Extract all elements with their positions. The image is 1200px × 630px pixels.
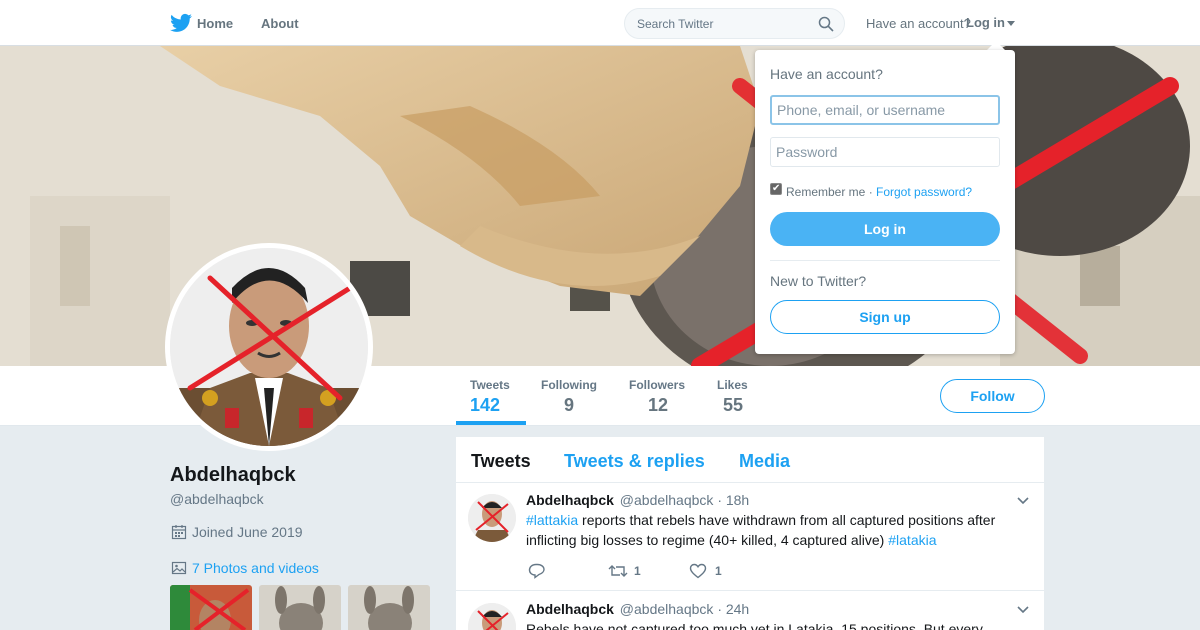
chevron-down-icon[interactable] <box>1017 497 1029 505</box>
profile-name[interactable]: Abdelhaqbck <box>170 464 296 487</box>
stat-value: 55 <box>723 395 744 415</box>
new-to-twitter-text: New to Twitter? <box>770 273 867 289</box>
top-nav-bar: Home About Search Twitter Have an accoun… <box>0 0 1200 46</box>
tab-tweets[interactable]: Tweets <box>471 451 531 472</box>
tweet-avatar-image <box>468 494 516 542</box>
dropdown-caret <box>987 41 1005 50</box>
photo-icon <box>171 561 187 575</box>
retweet-count: 1 <box>634 564 641 578</box>
dropdown-title: Have an account? <box>770 66 883 82</box>
stat-label: Tweets <box>470 378 510 392</box>
signup-button[interactable]: Sign up <box>770 300 1000 334</box>
follow-button[interactable]: Follow <box>940 379 1045 413</box>
timeline: Tweets Tweets & replies Media Abdelhaqbc… <box>456 437 1044 630</box>
nav-about-link[interactable]: About <box>261 16 299 31</box>
have-account-text: Have an account? <box>866 16 971 31</box>
tweet-timestamp[interactable]: · 24h <box>717 601 749 617</box>
heart-icon <box>689 563 707 579</box>
profile-handle[interactable]: @abdelhaqbck <box>170 491 264 507</box>
divider <box>770 260 1000 261</box>
tweet-avatar-image <box>468 603 516 630</box>
tweet-text: Rebels have not captured too much yet in… <box>526 621 983 630</box>
tweet-author-handle[interactable]: @abdelhaqbck <box>620 601 714 617</box>
nav-home-link[interactable]: Home <box>197 16 233 31</box>
chevron-down-icon[interactable] <box>1017 606 1029 614</box>
forgot-password-link[interactable]: Forgot password? <box>876 185 972 199</box>
search-icon[interactable] <box>818 16 834 32</box>
stat-label: Following <box>541 378 597 392</box>
tweet[interactable]: Abdelhaqbck @abdelhaqbck · 18h #lattakia… <box>456 483 1044 591</box>
remember-me-label: Remember me · <box>786 185 873 199</box>
tweet-author-name[interactable]: Abdelhaqbck <box>526 492 614 508</box>
stat-followers[interactable]: Followers 12 <box>629 378 685 416</box>
joined-date: Joined June 2019 <box>192 524 303 540</box>
tweet-text: #lattakia reports that rebels have withd… <box>526 510 1026 550</box>
avatar-portrait-image <box>170 248 368 446</box>
like-count: 1 <box>715 564 722 578</box>
tweet-author-name[interactable]: Abdelhaqbck <box>526 601 614 617</box>
photos-and-videos-link[interactable]: 7 Photos and videos <box>192 560 319 576</box>
tab-media[interactable]: Media <box>739 451 790 472</box>
stat-value: 9 <box>564 395 575 415</box>
stat-label: Followers <box>629 378 686 392</box>
caret-down-icon[interactable] <box>1007 21 1015 26</box>
tweet-author-handle[interactable]: @abdelhaqbck <box>620 492 714 508</box>
retweet-icon <box>608 565 628 577</box>
search-input[interactable]: Search Twitter <box>637 17 713 31</box>
login-dropdown: Have an account? ✔ Remember me · Forgot … <box>755 50 1015 354</box>
timeline-tabs: Tweets Tweets & replies Media <box>456 437 1044 483</box>
reply-icon <box>528 563 545 579</box>
media-thumbnail[interactable] <box>170 585 252 630</box>
media-thumbnail[interactable] <box>348 585 430 630</box>
media-thumbnail-image <box>170 585 252 630</box>
stat-likes[interactable]: Likes 55 <box>717 378 748 416</box>
tweet[interactable]: Abdelhaqbck @abdelhaqbck · 24h Rebels ha… <box>456 592 1044 630</box>
profile-avatar[interactable] <box>165 243 373 451</box>
stat-value: 142 <box>470 395 501 415</box>
search-box[interactable]: Search Twitter <box>624 8 845 39</box>
stat-tweets[interactable]: Tweets 142 <box>470 378 510 416</box>
calendar-icon <box>171 525 187 540</box>
media-thumbnail[interactable] <box>259 585 341 630</box>
checkmark-icon: ✔ <box>772 183 781 194</box>
password-field[interactable] <box>770 137 1000 167</box>
active-stat-underline <box>456 421 526 425</box>
stat-following[interactable]: Following 9 <box>541 378 597 416</box>
tweet-avatar[interactable] <box>468 494 516 542</box>
hashtag-link[interactable]: #lattakia <box>526 512 578 528</box>
tweet-header: Abdelhaqbck @abdelhaqbck · 18h <box>526 492 749 508</box>
twitter-bird-icon[interactable] <box>170 13 192 33</box>
media-thumbnail-image <box>259 585 341 630</box>
media-thumbnail-image <box>348 585 430 630</box>
tweet-timestamp[interactable]: · 18h <box>717 492 749 508</box>
login-button[interactable]: Log in <box>770 212 1000 246</box>
username-field[interactable] <box>770 95 1000 125</box>
tweet-avatar[interactable] <box>468 603 516 630</box>
login-menu-link[interactable]: Log in <box>966 15 1005 30</box>
tab-tweets-and-replies[interactable]: Tweets & replies <box>564 451 705 472</box>
tweet-header: Abdelhaqbck @abdelhaqbck · 24h <box>526 601 749 617</box>
stat-label: Likes <box>717 378 748 392</box>
hashtag-link[interactable]: #latakia <box>888 532 936 548</box>
stat-value: 12 <box>648 395 669 415</box>
